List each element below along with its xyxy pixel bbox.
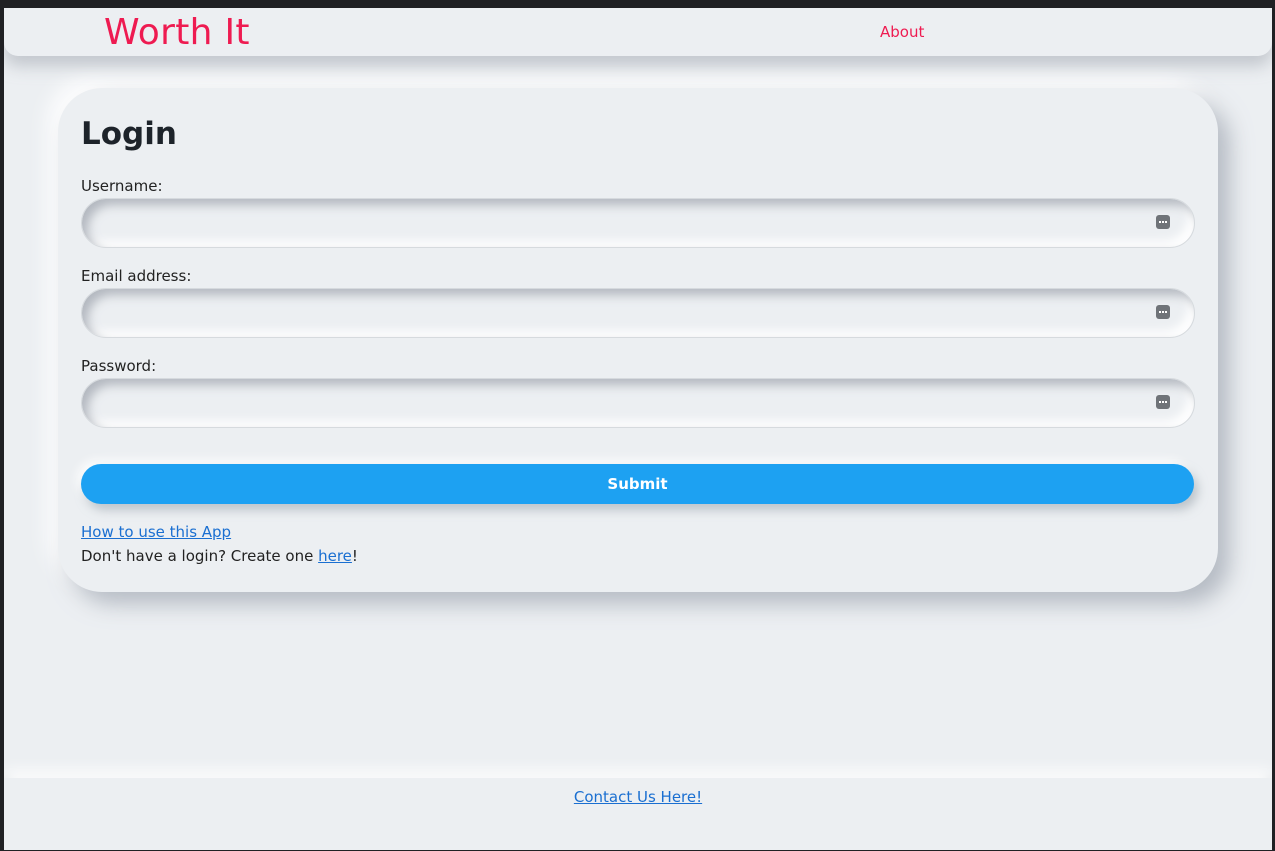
email-field-container (81, 288, 1195, 338)
navbar: Worth It About (4, 8, 1272, 56)
password-manager-icon[interactable] (1156, 395, 1170, 409)
login-card: Login Username: Email address: Password:… (58, 88, 1218, 592)
footer: Contact Us Here! (4, 778, 1272, 850)
browser-viewport: Worth It About Login Username: Email add… (4, 8, 1272, 850)
how-to-use-link[interactable]: How to use this App (81, 522, 231, 542)
password-manager-icon[interactable] (1156, 305, 1170, 319)
username-label: Username: (81, 177, 163, 195)
email-field[interactable] (102, 299, 1146, 329)
page-title: Login (81, 116, 177, 152)
signup-here-link[interactable]: here (318, 547, 352, 565)
password-field[interactable] (102, 389, 1146, 419)
email-label: Email address: (81, 267, 192, 285)
submit-button[interactable]: Submit (81, 464, 1194, 504)
password-field-container (81, 378, 1195, 428)
brand-logo-link[interactable]: Worth It (104, 11, 250, 55)
password-manager-icon[interactable] (1156, 215, 1170, 229)
password-label: Password: (81, 357, 157, 375)
username-field[interactable] (102, 209, 1146, 239)
signup-suffix-text: ! (351, 547, 358, 565)
signup-prefix-text: Don't have a login? Create one (81, 547, 319, 565)
signup-prompt: Don't have a login? Create one here! (81, 546, 358, 566)
contact-us-link[interactable]: Contact Us Here! (574, 788, 702, 806)
nav-about-link[interactable]: About (880, 22, 924, 42)
contact-link-wrapper: Contact Us Here! (4, 787, 1272, 807)
username-field-container (81, 198, 1195, 248)
